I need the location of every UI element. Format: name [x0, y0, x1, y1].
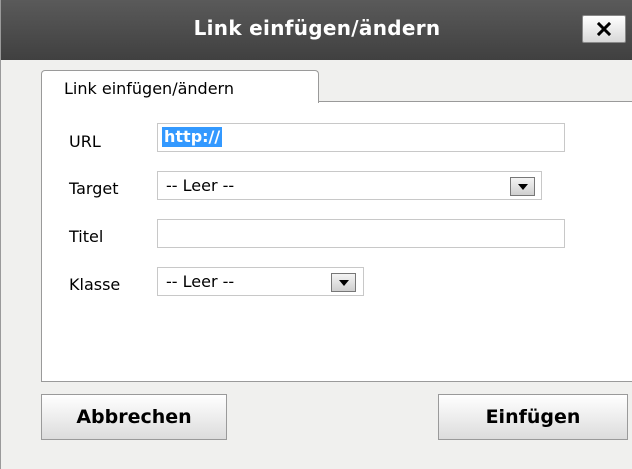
url-value: http://	[162, 127, 223, 147]
titel-label: Titel	[69, 227, 104, 246]
klasse-dropdown-button[interactable]	[331, 273, 356, 292]
dialog-titlebar[interactable]: Link einfügen/ändern	[1, 0, 632, 60]
chevron-down-icon	[338, 279, 349, 286]
tab-panel: URL http:// Target -- Leer -- Titel Klas…	[41, 101, 632, 382]
klasse-selected-value: -- Leer --	[166, 272, 235, 291]
link-dialog: Link einfügen/ändern Link einfügen/änder…	[0, 0, 632, 469]
tab-link[interactable]: Link einfügen/ändern	[41, 70, 319, 103]
target-label: Target	[69, 179, 119, 198]
target-dropdown-button[interactable]	[510, 177, 535, 196]
target-select[interactable]: -- Leer --	[157, 171, 542, 200]
target-selected-value: -- Leer --	[166, 176, 235, 195]
url-input[interactable]: http://	[157, 123, 565, 152]
klasse-label: Klasse	[69, 275, 121, 294]
insert-button[interactable]: Einfügen	[438, 394, 628, 440]
titel-input[interactable]	[157, 219, 565, 248]
close-icon	[597, 22, 611, 36]
tab-label: Link einfügen/ändern	[64, 79, 234, 98]
klasse-select[interactable]: -- Leer --	[157, 267, 364, 296]
chevron-down-icon	[517, 183, 528, 190]
close-button[interactable]	[582, 15, 626, 43]
cancel-button[interactable]: Abbrechen	[41, 394, 227, 440]
dialog-title: Link einfügen/ändern	[193, 16, 441, 40]
url-label: URL	[69, 132, 101, 151]
